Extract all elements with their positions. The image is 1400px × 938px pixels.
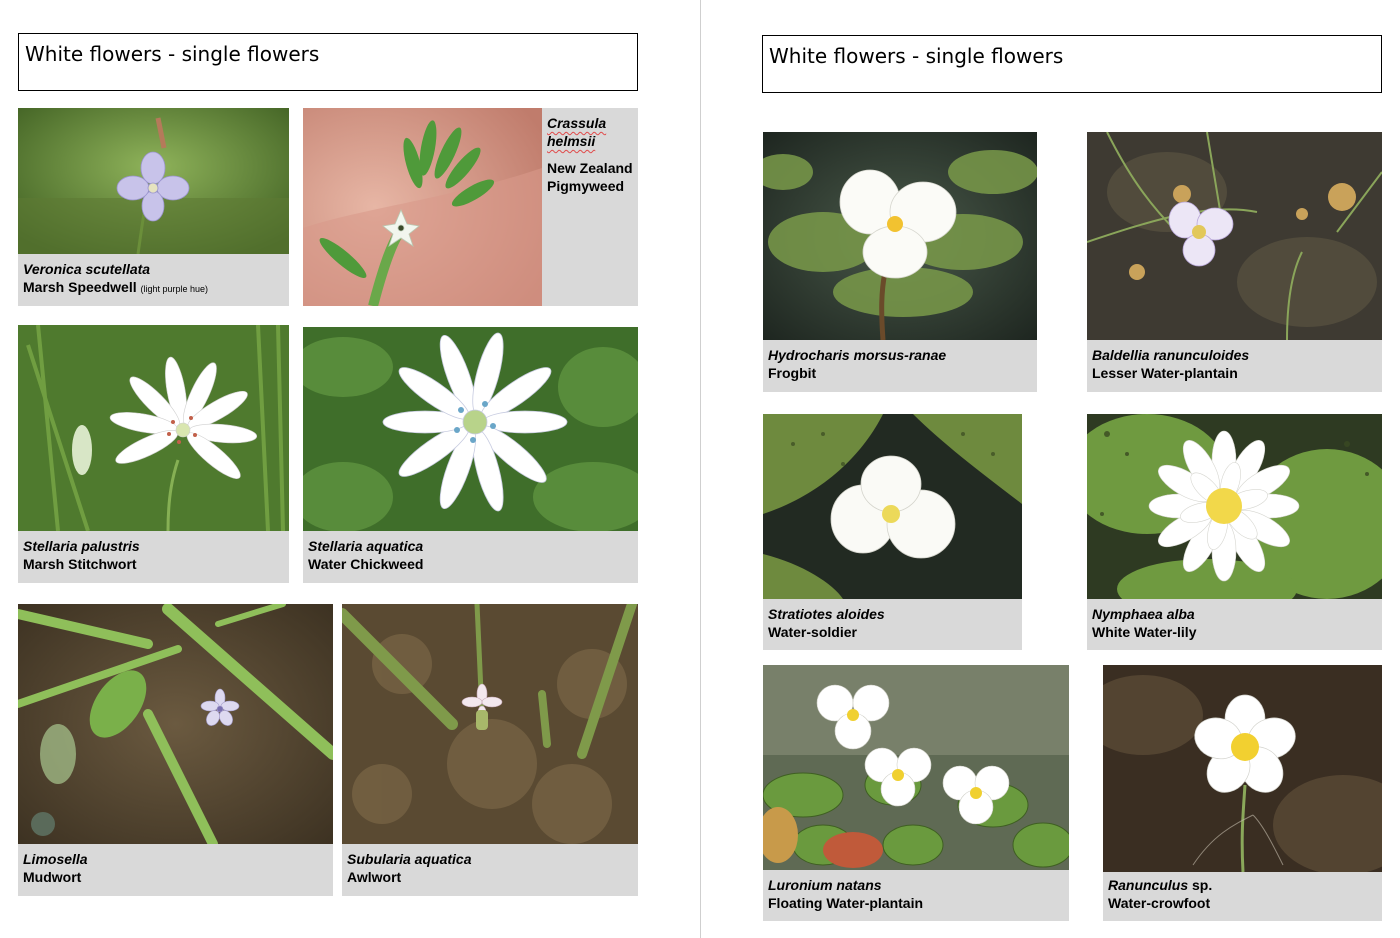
species-card-ranunculus: Ranunculus sp. Water-crowfoot <box>1103 665 1382 921</box>
caption-stratiotes: Stratiotes aloides Water-soldier <box>768 605 885 641</box>
common-name: Water Chickweed <box>308 556 424 572</box>
species-card-baldellia: Baldellia ranunculoides Lesser Water-pla… <box>1087 132 1382 392</box>
colour-note: (light purple hue) <box>140 284 209 294</box>
species-card-veronica: Veronica scutellata Marsh Speedwell (lig… <box>18 108 289 306</box>
scientific-name: Luronium natans <box>768 877 882 893</box>
caption-luronium: Luronium natans Floating Water-plantain <box>768 876 923 912</box>
caption-nymphaea: Nymphaea alba White Water-lily <box>1092 605 1197 641</box>
scientific-name: Limosella <box>23 851 88 867</box>
common-name: Floating Water-plantain <box>768 895 924 911</box>
caption-ranunculus: Ranunculus sp. Water-crowfoot <box>1108 876 1212 912</box>
photo-stellaria-aquatica <box>303 327 638 531</box>
page-title-box: White flowers - single flowers <box>18 33 638 91</box>
common-name: Awlwort <box>347 869 402 885</box>
photo-subularia <box>342 604 638 844</box>
species-card-nymphaea: Nymphaea alba White Water-lily <box>1087 414 1382 650</box>
caption-stellaria-aquatica: Stellaria aquatica Water Chickweed <box>308 537 423 573</box>
scientific-name: Stellaria aquatica <box>308 538 424 554</box>
scientific-name: Crassula helmsii <box>547 115 607 149</box>
species-card-crassula: Crassula helmsii New Zealand Pigmyweed <box>303 108 638 306</box>
caption-baldellia: Baldellia ranunculoides Lesser Water-pla… <box>1092 346 1249 382</box>
common-name: Water-soldier <box>768 624 857 640</box>
common-name: Frogbit <box>768 365 817 381</box>
common-name: Mudwort <box>23 869 82 885</box>
scientific-name: Ranunculus <box>1108 877 1189 893</box>
page-right: White flowers - single flowers Hydrochar… <box>701 0 1400 938</box>
species-card-stellaria-aquatica: Stellaria aquatica Water Chickweed <box>303 327 638 583</box>
photo-veronica <box>18 108 289 254</box>
caption-crassula: Crassula helmsii New Zealand Pigmyweed <box>547 114 638 195</box>
species-card-stratiotes: Stratiotes aloides Water-soldier <box>763 414 1022 650</box>
species-card-hydrocharis: Hydrocharis morsus-ranae Frogbit <box>763 132 1037 392</box>
scientific-name: Baldellia ranunculoides <box>1092 347 1250 363</box>
photo-limosella <box>18 604 333 844</box>
common-name: Marsh Stitchwort <box>23 556 137 572</box>
caption-subularia: Subularia aquatica Awlwort <box>347 850 471 886</box>
species-card-subularia: Subularia aquatica Awlwort <box>342 604 638 896</box>
photo-hydrocharis <box>763 132 1037 340</box>
scientific-name: Subularia aquatica <box>347 851 472 867</box>
photo-crassula <box>303 108 542 306</box>
scientific-name: Nymphaea alba <box>1092 606 1195 622</box>
scientific-name: Stratiotes aloides <box>768 606 885 622</box>
photo-stellaria-palustris <box>18 325 289 531</box>
photo-stratiotes <box>763 414 1022 599</box>
caption-stellaria-palustris: Stellaria palustris Marsh Stitchwort <box>23 537 140 573</box>
photo-ranunculus <box>1103 665 1382 872</box>
caption-hydrocharis: Hydrocharis morsus-ranae Frogbit <box>768 346 946 382</box>
caption-veronica: Veronica scutellata Marsh Speedwell (lig… <box>23 260 208 298</box>
page-title: White flowers - single flowers <box>25 42 320 66</box>
photo-nymphaea <box>1087 414 1382 599</box>
photo-baldellia <box>1087 132 1382 340</box>
common-name: Lesser Water-plantain <box>1092 365 1238 381</box>
scientific-name: Veronica scutellata <box>23 261 151 277</box>
species-card-limosella: Limosella Mudwort <box>18 604 333 896</box>
page-title-box: White flowers - single flowers <box>762 35 1382 93</box>
common-name: White Water-lily <box>1092 624 1197 640</box>
photo-luronium <box>763 665 1069 870</box>
page-title: White flowers - single flowers <box>769 44 1064 68</box>
common-name: Marsh Speedwell <box>23 279 137 295</box>
species-card-stellaria-palustris: Stellaria palustris Marsh Stitchwort <box>18 325 289 583</box>
scientific-suffix: sp. <box>1192 877 1213 893</box>
scientific-name: Stellaria palustris <box>23 538 140 554</box>
common-name: New Zealand Pigmyweed <box>547 160 633 194</box>
species-card-luronium: Luronium natans Floating Water-plantain <box>763 665 1069 921</box>
scientific-name: Hydrocharis morsus-ranae <box>768 347 947 363</box>
page-left: White flowers - single flowers Veronica … <box>0 0 700 938</box>
caption-limosella: Limosella Mudwort <box>23 850 88 886</box>
common-name: Water-crowfoot <box>1108 895 1211 911</box>
